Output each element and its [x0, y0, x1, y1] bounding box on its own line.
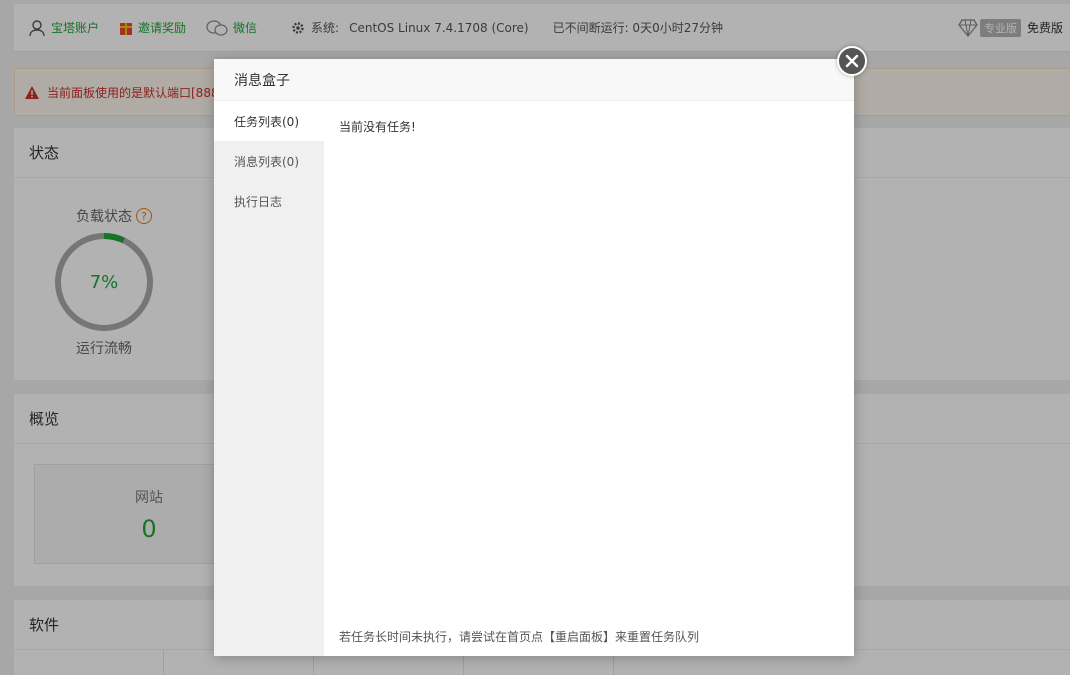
- tab-execution-log[interactable]: 执行日志: [214, 181, 324, 221]
- empty-task-message: 当前没有任务!: [339, 120, 416, 134]
- tab-message-list[interactable]: 消息列表(0): [214, 141, 324, 181]
- tab-task-list[interactable]: 任务列表(0): [214, 101, 324, 141]
- message-box-modal: 消息盒子 任务列表(0) 消息列表(0) 执行日志 当前没有任务! 若任务长时间…: [214, 59, 854, 656]
- task-hint-note: 若任务长时间未执行，请尝试在首页点【重启面板】来重置任务队列: [339, 630, 700, 644]
- modal-close-button[interactable]: [837, 46, 867, 76]
- close-icon: [845, 54, 859, 68]
- modal-title: 消息盒子: [214, 59, 854, 101]
- modal-sidebar: 任务列表(0) 消息列表(0) 执行日志: [214, 101, 324, 656]
- modal-content: 当前没有任务!: [324, 101, 854, 656]
